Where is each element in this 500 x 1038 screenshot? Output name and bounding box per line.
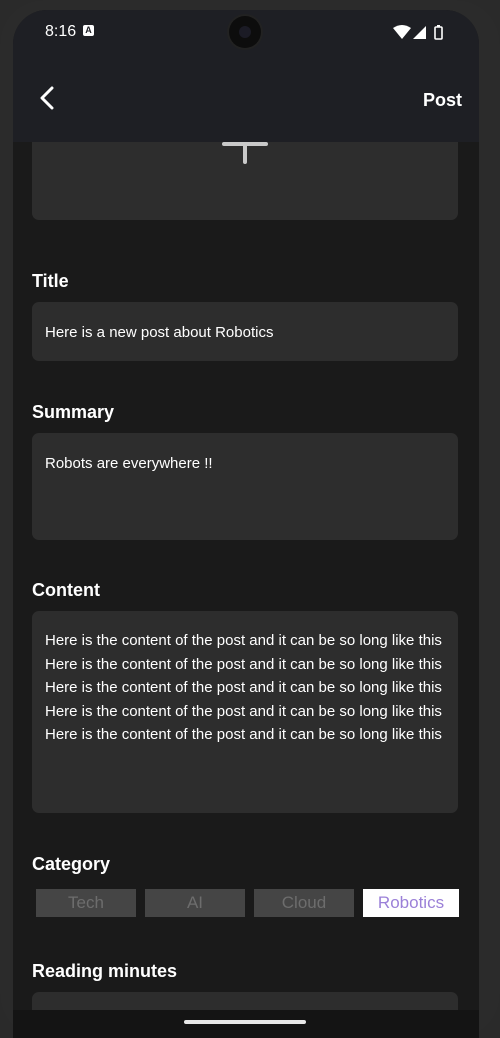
chevron-left-icon xyxy=(40,86,54,110)
post-button[interactable]: Post xyxy=(423,90,462,111)
battery-icon xyxy=(434,25,443,40)
category-label: Category xyxy=(32,854,111,874)
a-icon: A xyxy=(83,25,94,36)
status-bar: 8:16 A xyxy=(13,10,479,58)
home-gesture-handle[interactable] xyxy=(184,1020,306,1024)
category-chip-robotics[interactable]: Robotics xyxy=(363,889,459,917)
form-scroll-area[interactable]: Title Here is a new post about Robotics … xyxy=(13,142,479,1038)
system-icons xyxy=(393,25,443,40)
summary-label: Summary xyxy=(32,402,115,422)
summary-input[interactable]: Robots are everywhere !! xyxy=(32,433,458,540)
content-input[interactable]: Here is the content of the post and it c… xyxy=(32,611,458,813)
status-time: 8:16 xyxy=(45,23,77,40)
category-chip-ai[interactable]: AI xyxy=(145,889,245,917)
camera-cutout xyxy=(229,16,261,48)
category-chips: Tech AI Cloud Robotics xyxy=(36,889,459,917)
category-chip-cloud[interactable]: Cloud xyxy=(254,889,354,917)
image-picker[interactable] xyxy=(32,142,458,220)
phone-frame: 8:16 A Post Title Here is a new post abo… xyxy=(0,0,500,1038)
reading-minutes-label: Reading minutes xyxy=(32,961,178,981)
back-button[interactable] xyxy=(29,80,65,116)
wifi-icon xyxy=(393,25,411,39)
screen: 8:16 A Post Title Here is a new post abo… xyxy=(13,10,479,1038)
category-chip-tech[interactable]: Tech xyxy=(36,889,136,917)
title-input[interactable]: Here is a new post about Robotics xyxy=(32,302,458,361)
signal-icon xyxy=(413,26,426,39)
title-label: Title xyxy=(32,271,69,291)
content-label: Content xyxy=(32,580,100,600)
app-bar: Post xyxy=(13,58,479,142)
navigation-bar xyxy=(13,1010,479,1038)
